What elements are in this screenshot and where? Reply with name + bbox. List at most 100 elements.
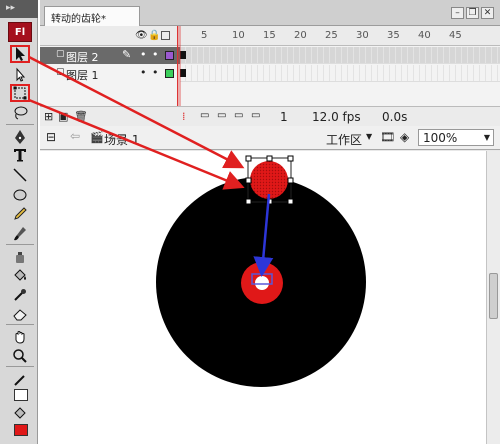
fill-color-swatch[interactable] bbox=[14, 424, 28, 436]
scrollbar-thumb[interactable] bbox=[489, 273, 498, 319]
stage-canvas bbox=[156, 155, 366, 387]
frame-rate[interactable]: 12.0 fps bbox=[312, 110, 361, 124]
pen-nib-icon bbox=[15, 130, 25, 144]
eyedropper-icon bbox=[14, 289, 26, 301]
line-icon bbox=[13, 168, 27, 182]
stage[interactable] bbox=[40, 151, 486, 444]
pencil-icon bbox=[14, 207, 27, 220]
chevron-down-icon: ▼ bbox=[483, 133, 490, 142]
free-transform-icon bbox=[13, 86, 27, 100]
eraser-tool-button[interactable] bbox=[10, 305, 30, 323]
flash-logo: Fl bbox=[8, 22, 32, 42]
frame-row-layer-1[interactable] bbox=[180, 65, 500, 82]
scene-label: 场景 1 bbox=[104, 133, 140, 147]
paint-bucket-tool-button[interactable] bbox=[10, 267, 30, 285]
ruler-tick-label: 35 bbox=[387, 30, 400, 41]
text-tool-button[interactable] bbox=[10, 146, 30, 164]
onion-skin-icon[interactable]: ▭ bbox=[200, 110, 209, 121]
selected-red-circle[interactable] bbox=[250, 161, 288, 199]
edit-scene-icon[interactable]: 🎞 bbox=[380, 130, 395, 144]
zoom-value: 100% bbox=[423, 131, 458, 145]
zoom-tool-button[interactable] bbox=[10, 347, 30, 365]
edit-bar: ⊟ ⇦ 🎬 场景 1 工作区 ▼ 🎞 ◈ 100% ▼ bbox=[40, 126, 500, 150]
timeline-header: 👁 🔒 5 10 15 20 25 30 35 40 45 bbox=[40, 26, 500, 46]
selection-arrow-icon bbox=[16, 47, 25, 61]
oval-tool-button[interactable] bbox=[10, 186, 30, 204]
hand-icon bbox=[15, 331, 25, 344]
restore-button[interactable]: ❐ bbox=[466, 7, 479, 19]
eraser-icon bbox=[13, 309, 27, 321]
close-button[interactable]: ✕ bbox=[481, 7, 494, 19]
document-window: 转动的齿轮* – ❐ ✕ 👁 🔒 5 10 15 20 25 30 35 40 45 ▢ 图层 … bbox=[40, 0, 500, 444]
current-frame: 1 bbox=[280, 110, 288, 124]
document-tab[interactable]: 转动的齿轮* bbox=[44, 6, 140, 26]
ink-bottle-tool-button[interactable] bbox=[10, 248, 30, 266]
ruler-tick-label: 15 bbox=[263, 30, 276, 41]
stroke-pencil-icon bbox=[14, 375, 25, 386]
brush-icon bbox=[14, 227, 26, 241]
stroke-color-button[interactable] bbox=[10, 371, 30, 389]
pencil-edit-icon: ✎ bbox=[122, 48, 132, 61]
ruler-tick-label: 30 bbox=[356, 30, 369, 41]
hand-tool-button[interactable] bbox=[10, 328, 30, 346]
stroke-color-swatch[interactable] bbox=[14, 389, 28, 401]
frame-row-layer-2[interactable] bbox=[180, 47, 500, 64]
line-tool-button[interactable] bbox=[10, 166, 30, 184]
selection-tool-button[interactable] bbox=[10, 45, 30, 63]
free-transform-tool-button[interactable] bbox=[10, 84, 30, 102]
vertical-scrollbar[interactable] bbox=[486, 151, 500, 444]
brush-tool-button[interactable] bbox=[10, 225, 30, 243]
timeline-toggle-icon[interactable]: ⊟ bbox=[46, 130, 56, 144]
fill-bucket-icon bbox=[14, 407, 26, 419]
new-folder-icon[interactable]: ▣ bbox=[58, 110, 68, 123]
center-frame-icon[interactable]: ⁞ bbox=[182, 110, 186, 123]
layer-row-1[interactable]: ▢ 图层 1 • • bbox=[40, 65, 180, 82]
ruler-tick-label: 45 bbox=[449, 30, 462, 41]
lasso-tool-button[interactable] bbox=[10, 104, 30, 122]
ruler-tick-label: 20 bbox=[294, 30, 307, 41]
registration-point bbox=[255, 276, 269, 290]
layer-color-swatch bbox=[165, 69, 174, 78]
outline-icon[interactable] bbox=[161, 31, 170, 40]
timeline-panel: 👁 🔒 5 10 15 20 25 30 35 40 45 ▢ 图层 2 ✎ • • ▢ 图层 … bbox=[40, 26, 500, 126]
tools-panel: ▸▸ Fl bbox=[0, 0, 38, 444]
pencil-tool-button[interactable] bbox=[10, 205, 30, 223]
edit-symbols-icon[interactable]: ◈ bbox=[400, 130, 409, 144]
panel-collapse-button[interactable]: ▸▸ bbox=[0, 0, 38, 18]
ruler-tick-label: 5 bbox=[201, 30, 208, 41]
workspace-menu[interactable]: 工作区 bbox=[326, 131, 362, 148]
new-layer-icon[interactable]: ⊞ bbox=[44, 110, 53, 123]
onion-markers-icon[interactable]: ▭ bbox=[251, 110, 260, 121]
layer-icon: ▢ bbox=[56, 67, 65, 77]
lasso-icon bbox=[14, 106, 28, 120]
subselection-arrow-icon bbox=[16, 67, 26, 82]
document-tab-strip: 转动的齿轮* – ❐ ✕ bbox=[40, 0, 500, 26]
subselection-tool-button[interactable] bbox=[10, 66, 30, 84]
elapsed-time: 0.0s bbox=[382, 110, 408, 124]
edit-multiple-icon[interactable]: ▭ bbox=[234, 110, 243, 121]
scene-icon: 🎬 bbox=[90, 131, 104, 144]
text-t-icon bbox=[14, 149, 26, 162]
layer-name: 图层 1 bbox=[66, 69, 99, 82]
eye-icon[interactable]: 👁 bbox=[135, 30, 148, 41]
magnifier-icon bbox=[13, 349, 27, 363]
back-arrow-icon[interactable]: ⇦ bbox=[70, 129, 80, 143]
lock-icon[interactable]: 🔒 bbox=[148, 30, 160, 41]
playhead[interactable] bbox=[177, 26, 181, 106]
layer-icon: ▢ bbox=[56, 49, 65, 59]
fill-color-button[interactable] bbox=[10, 405, 30, 423]
ruler-tick-label: 10 bbox=[232, 30, 245, 41]
ink-bottle-icon bbox=[16, 252, 24, 263]
pen-tool-button[interactable] bbox=[10, 128, 30, 146]
layer-row-2[interactable]: ▢ 图层 2 ✎ • • bbox=[40, 47, 180, 64]
onion-outline-icon[interactable]: ▭ bbox=[217, 110, 226, 121]
chevron-down-icon[interactable]: ▼ bbox=[366, 132, 372, 141]
layer-name: 图层 2 bbox=[66, 51, 99, 64]
timeline-footer: ⊞ ▣ 🗑 ⁞ ▭ ▭ ▭ ▭ 1 12.0 fps 0.0s bbox=[40, 106, 500, 126]
eyedropper-tool-button[interactable] bbox=[10, 286, 30, 304]
ruler-tick-label: 25 bbox=[325, 30, 338, 41]
paint-bucket-icon bbox=[14, 269, 26, 281]
zoom-select[interactable]: 100% ▼ bbox=[418, 129, 494, 146]
delete-layer-icon[interactable]: 🗑 bbox=[74, 110, 88, 123]
minimize-button[interactable]: – bbox=[451, 7, 464, 19]
